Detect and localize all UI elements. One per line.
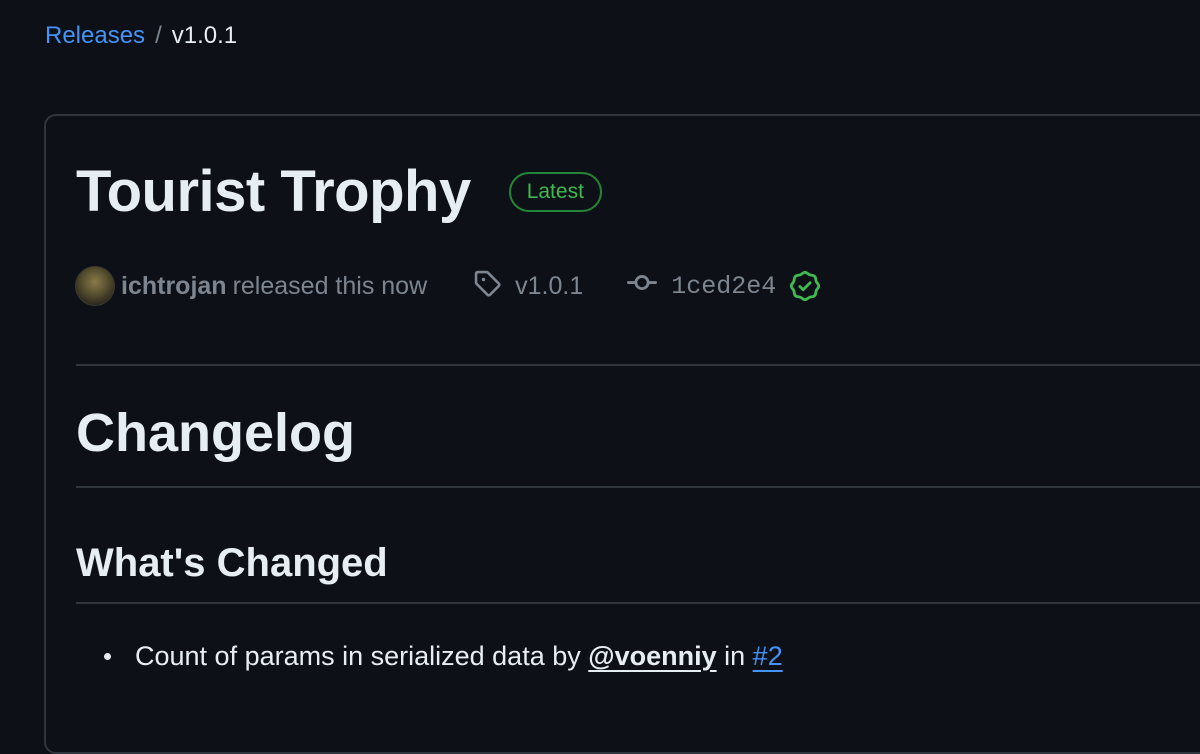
release-title: Tourist Trophy <box>76 159 471 224</box>
meta-divider <box>76 364 1200 366</box>
bullet <box>104 652 111 660</box>
tag-label: v1.0.1 <box>515 271 584 300</box>
git-commit-icon <box>627 268 658 305</box>
changelog-divider <box>76 486 1200 488</box>
whats-changed-heading: What's Changed <box>76 541 388 585</box>
released-text: released this now <box>232 271 428 300</box>
author-link[interactable]: ichtrojan <box>121 272 227 301</box>
latest-badge: Latest <box>508 172 602 212</box>
commit-link[interactable]: 1ced2e4 <box>627 268 821 305</box>
avatar[interactable] <box>75 266 115 306</box>
breadcrumb-separator: / <box>155 22 162 49</box>
tag-icon <box>473 269 501 304</box>
changelog-heading: Changelog <box>76 403 355 463</box>
commit-sha: 1ced2e4 <box>671 271 777 301</box>
pull-request-link[interactable]: #2 <box>753 636 783 676</box>
user-mention-link[interactable]: @voenniy <box>588 636 716 676</box>
changes-list: Count of params in serialized data by @v… <box>76 636 783 676</box>
release-title-row: Tourist Trophy Latest <box>76 156 602 228</box>
whats-changed-divider <box>76 602 1200 604</box>
breadcrumb-releases-link[interactable]: Releases <box>45 20 145 52</box>
release-meta: ichtrojan released this now v1.0.1 1ced2… <box>75 264 821 308</box>
tag-link[interactable]: v1.0.1 <box>473 269 583 304</box>
verified-check-icon[interactable] <box>790 271 821 301</box>
breadcrumb-current: v1.0.1 <box>171 22 238 49</box>
list-item: Count of params in serialized data by @v… <box>76 636 783 676</box>
change-text: Count of params in serialized data by <box>135 641 581 671</box>
change-in-word: in <box>724 641 746 671</box>
breadcrumb: Releases / v1.0.1 <box>45 20 237 52</box>
